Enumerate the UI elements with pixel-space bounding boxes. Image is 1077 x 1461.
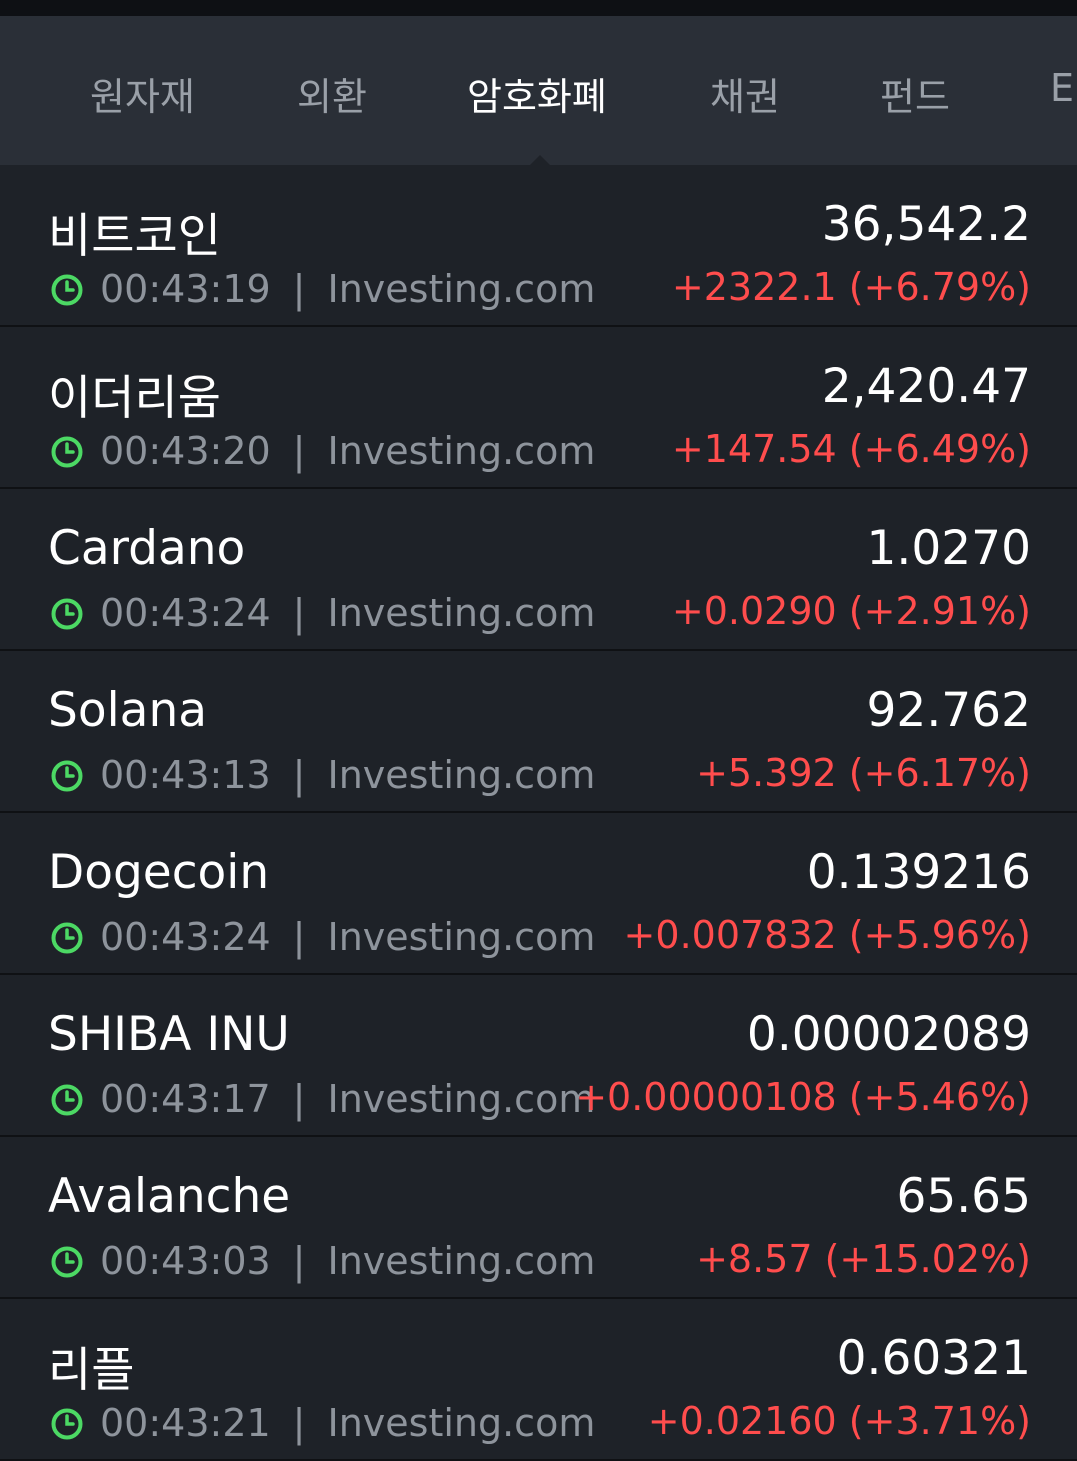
asset-change: +2322.1 (+6.79%) bbox=[671, 265, 1031, 309]
quote-time: 00:43:24 bbox=[100, 591, 271, 635]
quote-meta: 00:43:21 | Investing.com bbox=[50, 1399, 595, 1447]
asset-name: Solana bbox=[48, 683, 208, 738]
asset-price: 0.00002089 bbox=[746, 1007, 1031, 1062]
quote-meta: 00:43:20 | Investing.com bbox=[50, 427, 595, 475]
list-item[interactable]: 리플 00:43:21 | Investing.com 0.60321 +0.0… bbox=[0, 1299, 1077, 1461]
quote-source: Investing.com bbox=[327, 1077, 596, 1121]
clock-icon bbox=[51, 1084, 83, 1116]
quote-time: 00:43:21 bbox=[100, 1401, 271, 1445]
tab-commodities[interactable]: 원자재 bbox=[90, 66, 195, 121]
list-item[interactable]: 비트코인 00:43:19 | Investing.com 36,542.2 +… bbox=[0, 165, 1077, 327]
meta-separator: | bbox=[292, 1239, 306, 1283]
asset-change: +0.00000108 (+5.46%) bbox=[575, 1075, 1031, 1119]
crypto-list: 비트코인 00:43:19 | Investing.com 36,542.2 +… bbox=[0, 165, 1077, 1461]
clock-icon bbox=[51, 1408, 83, 1440]
asset-name: Cardano bbox=[48, 521, 246, 576]
asset-change: +5.392 (+6.17%) bbox=[696, 751, 1031, 795]
quote-source: Investing.com bbox=[327, 429, 596, 473]
quote-source: Investing.com bbox=[327, 915, 596, 959]
quote-time: 00:43:24 bbox=[100, 915, 271, 959]
list-item[interactable]: Dogecoin 00:43:24 | Investing.com 0.1392… bbox=[0, 813, 1077, 975]
list-item[interactable]: Cardano 00:43:24 | Investing.com 1.0270 … bbox=[0, 489, 1077, 651]
asset-name: 리플 bbox=[48, 1343, 135, 1398]
tab-etf[interactable]: E bbox=[1050, 66, 1074, 110]
asset-price: 65.65 bbox=[896, 1169, 1031, 1224]
clock-icon bbox=[51, 1246, 83, 1278]
quote-time: 00:43:17 bbox=[100, 1077, 271, 1121]
tab-crypto[interactable]: 암호화폐 bbox=[467, 66, 607, 121]
asset-price: 2,420.47 bbox=[821, 359, 1031, 414]
asset-change: +147.54 (+6.49%) bbox=[671, 427, 1031, 471]
quote-meta: 00:43:19 | Investing.com bbox=[50, 265, 595, 313]
status-bar bbox=[0, 0, 1077, 16]
meta-separator: | bbox=[292, 915, 306, 959]
quote-source: Investing.com bbox=[327, 753, 596, 797]
quote-time: 00:43:13 bbox=[100, 753, 271, 797]
quote-source: Investing.com bbox=[327, 591, 596, 635]
asset-name: Dogecoin bbox=[48, 845, 270, 900]
clock-icon bbox=[51, 274, 83, 306]
asset-name: 비트코인 bbox=[48, 209, 221, 264]
list-item[interactable]: SHIBA INU 00:43:17 | Investing.com 0.000… bbox=[0, 975, 1077, 1137]
clock-icon bbox=[51, 760, 83, 792]
asset-name: Avalanche bbox=[48, 1169, 291, 1224]
quote-meta: 00:43:24 | Investing.com bbox=[50, 913, 595, 961]
asset-change: +0.0290 (+2.91%) bbox=[671, 589, 1031, 633]
list-item[interactable]: Avalanche 00:43:03 | Investing.com 65.65… bbox=[0, 1137, 1077, 1299]
quote-source: Investing.com bbox=[327, 1401, 596, 1445]
meta-separator: | bbox=[292, 1401, 306, 1445]
meta-separator: | bbox=[292, 267, 306, 311]
category-tab-bar: 원자재 외환 암호화폐 채권 펀드 E bbox=[0, 16, 1077, 165]
meta-separator: | bbox=[292, 591, 306, 635]
asset-change: +0.007832 (+5.96%) bbox=[623, 913, 1031, 957]
meta-separator: | bbox=[292, 1077, 306, 1121]
clock-icon bbox=[51, 598, 83, 630]
asset-change: +8.57 (+15.02%) bbox=[696, 1237, 1031, 1281]
asset-name: 이더리움 bbox=[48, 371, 221, 426]
quote-source: Investing.com bbox=[327, 1239, 596, 1283]
asset-name: SHIBA INU bbox=[48, 1007, 290, 1062]
quote-source: Investing.com bbox=[327, 267, 596, 311]
tab-bonds[interactable]: 채권 bbox=[710, 66, 780, 121]
asset-price: 36,542.2 bbox=[821, 197, 1031, 252]
meta-separator: | bbox=[292, 429, 306, 473]
asset-price: 0.139216 bbox=[806, 845, 1031, 900]
tab-forex[interactable]: 외환 bbox=[297, 66, 367, 121]
quote-time: 00:43:20 bbox=[100, 429, 271, 473]
active-tab-indicator bbox=[529, 155, 551, 165]
asset-price: 1.0270 bbox=[866, 521, 1031, 576]
quote-meta: 00:43:24 | Investing.com bbox=[50, 589, 595, 637]
asset-price: 0.60321 bbox=[836, 1331, 1031, 1386]
quote-meta: 00:43:17 | Investing.com bbox=[50, 1075, 595, 1123]
quote-time: 00:43:19 bbox=[100, 267, 271, 311]
quote-time: 00:43:03 bbox=[100, 1239, 271, 1283]
quote-meta: 00:43:03 | Investing.com bbox=[50, 1237, 595, 1285]
clock-icon bbox=[51, 922, 83, 954]
meta-separator: | bbox=[292, 753, 306, 797]
quote-meta: 00:43:13 | Investing.com bbox=[50, 751, 595, 799]
asset-price: 92.762 bbox=[866, 683, 1031, 738]
asset-change: +0.02160 (+3.71%) bbox=[647, 1399, 1031, 1443]
tab-funds[interactable]: 펀드 bbox=[880, 66, 950, 121]
clock-icon bbox=[51, 436, 83, 468]
list-item[interactable]: Solana 00:43:13 | Investing.com 92.762 +… bbox=[0, 651, 1077, 813]
list-item[interactable]: 이더리움 00:43:20 | Investing.com 2,420.47 +… bbox=[0, 327, 1077, 489]
